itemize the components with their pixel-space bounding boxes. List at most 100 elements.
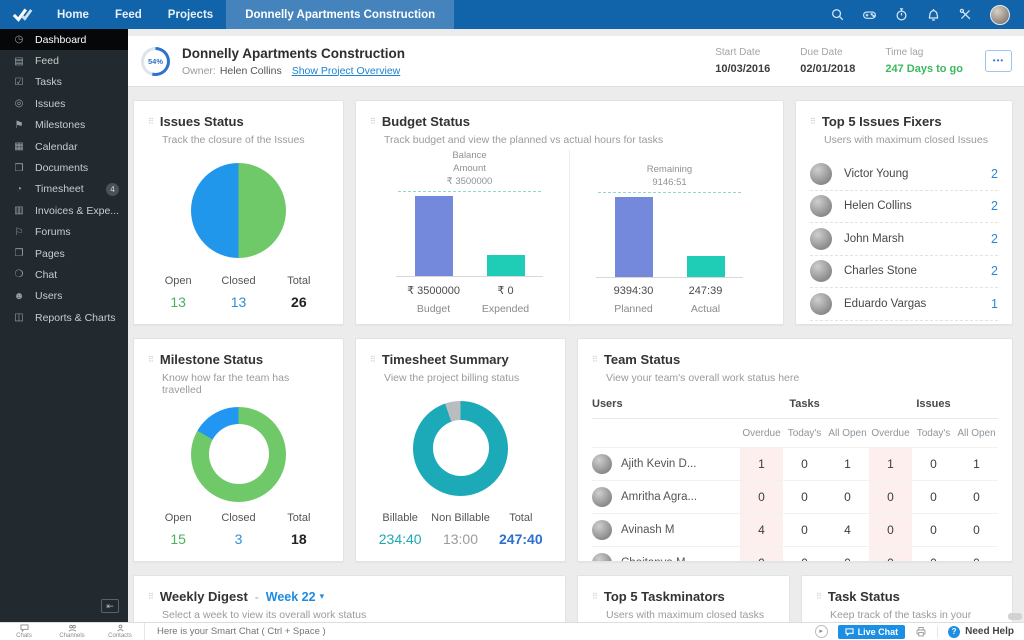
start-date-value: 10/03/2016	[715, 63, 771, 75]
chevron-down-icon[interactable]: ▾	[320, 591, 325, 602]
drag-handle-icon[interactable]: ⠿	[148, 117, 154, 126]
table-row[interactable]: Avinash M 4 0 4 0 0 0	[592, 513, 998, 546]
sidebar-item-label: Milestones	[35, 119, 86, 132]
issues-pie-chart[interactable]	[191, 163, 286, 258]
timesheet-badge: 4	[106, 182, 119, 196]
list-item[interactable]: Eduardo Vargas 1	[810, 288, 998, 321]
games-icon[interactable]	[862, 7, 877, 22]
list-item[interactable]: Helen Collins 2	[810, 191, 998, 223]
card-title: Top 5 Taskminators	[603, 589, 725, 604]
sidebar-item-feed[interactable]: ▤ Feed	[0, 50, 128, 71]
sidebar-item-chat[interactable]: ❍ Chat	[0, 264, 128, 285]
budget-bar[interactable]	[414, 196, 453, 277]
actual-label: Actual	[690, 303, 721, 316]
active-project-tab[interactable]: Donnelly Apartments Construction	[226, 0, 455, 29]
week-selector[interactable]: Week 22	[266, 590, 316, 604]
card-title: Top 5 Issues Fixers	[821, 114, 942, 129]
sidebar-item-pages[interactable]: ❐ Pages	[0, 243, 128, 264]
avatar	[810, 227, 832, 250]
milestone-donut-chart[interactable]	[191, 406, 286, 502]
sidebar-item-label: Forums	[35, 226, 71, 239]
due-date-block: Due Date 02/01/2018	[800, 47, 855, 75]
table-row[interactable]: Amritha Agra... 0 0 0 0 0 0	[592, 480, 998, 513]
sidebar-item-documents[interactable]: ❒ Documents	[0, 157, 128, 178]
sidebar-item-reports[interactable]: ◫ Reports & Charts	[0, 307, 128, 328]
card-subtitle: Users with maximum closed tasks	[606, 609, 765, 621]
expended-bar[interactable]	[486, 255, 525, 277]
sidebar-item-invoices[interactable]: ▥ Invoices & Expe...	[0, 200, 128, 221]
card-subtitle: Track the closure of the Issues	[162, 134, 305, 146]
collapse-sidebar-icon[interactable]: ⇤	[101, 599, 119, 613]
tab-channels[interactable]: Channels	[48, 623, 96, 640]
sidebar-item-forums[interactable]: ⚐ Forums	[0, 222, 128, 243]
need-help-button[interactable]: ? Need Help	[937, 625, 1014, 638]
drag-handle-icon[interactable]: ⠿	[816, 592, 822, 601]
card-subtitle: Select a week to view its overall work s…	[162, 609, 367, 621]
printer-icon[interactable]	[915, 626, 927, 637]
table-row[interactable]: Ajith Kevin D... 1 0 1 1 0 1	[592, 447, 998, 480]
drag-handle-icon[interactable]: ⠿	[370, 117, 376, 126]
chat-icon: ❍	[14, 269, 24, 281]
help-question-icon: ?	[948, 625, 961, 638]
nav-home[interactable]: Home	[44, 0, 102, 29]
show-project-overview-link[interactable]: Show Project Overview	[292, 65, 401, 77]
planned-bar[interactable]	[614, 197, 653, 278]
project-header: 54% Donnelly Apartments Construction Own…	[128, 36, 1024, 87]
user-avatar[interactable]	[990, 4, 1010, 25]
avatar	[810, 162, 832, 185]
forums-icon: ⚐	[14, 226, 24, 238]
list-item[interactable]: Charles Stone 2	[810, 256, 998, 288]
list-item[interactable]: Victor Young 2	[810, 158, 998, 191]
more-options-button[interactable]: •••	[985, 50, 1012, 72]
sidebar-item-dashboard[interactable]: ◷ Dashboard	[0, 29, 128, 51]
smart-chat-input[interactable]	[145, 626, 815, 637]
tools-settings-icon[interactable]	[958, 7, 973, 22]
drag-handle-icon[interactable]: ⠿	[592, 592, 598, 601]
sidebar-item-calendar[interactable]: ▦ Calendar	[0, 136, 128, 157]
milestone-status-card: ⠿ Milestone Status Know how far the team…	[133, 338, 344, 562]
sidebar-item-milestones[interactable]: ⚑ Milestones	[0, 115, 128, 136]
search-icon[interactable]	[830, 7, 845, 22]
legend-total: Total 18	[287, 512, 311, 547]
due-date-value: 02/01/2018	[800, 63, 856, 75]
notifications-bell-icon[interactable]	[926, 7, 941, 22]
drag-handle-icon[interactable]: ⠿	[148, 355, 154, 364]
topnav-icons	[830, 4, 1010, 25]
subcol-issues-allopen: All Open	[957, 428, 996, 439]
issues-icon: ◎	[14, 98, 24, 110]
sidebar-item-users[interactable]: ☻ Users	[0, 286, 128, 307]
sidebar: ◷ Dashboard ▤ Feed ☑ Tasks ◎ Issues ⚑ Mi…	[0, 29, 128, 622]
actual-bar[interactable]	[686, 256, 725, 278]
scrollbar-thumb[interactable]	[1008, 613, 1022, 620]
tab-chats[interactable]: Chats	[0, 623, 48, 640]
nav-feed[interactable]: Feed	[102, 0, 155, 29]
drag-handle-icon[interactable]: ⠿	[370, 355, 376, 364]
sidebar-item-issues[interactable]: ◎ Issues	[0, 93, 128, 114]
live-chat-button[interactable]: Live Chat	[837, 624, 906, 639]
drag-handle-icon[interactable]: ⠿	[810, 117, 816, 126]
remaining-annotation: Remaining 9146:51	[646, 163, 693, 188]
nav-projects[interactable]: Projects	[155, 0, 226, 29]
owner-name: Helen Collins	[219, 64, 282, 77]
sidebar-item-tasks[interactable]: ☑ Tasks	[0, 72, 128, 93]
sidebar-item-label: Calendar	[35, 140, 78, 153]
planned-label: Planned	[614, 303, 653, 316]
page-title: Donnelly Apartments Construction	[182, 45, 406, 61]
table-row[interactable]: Chaitanya M 0 0 0 0 0 0	[592, 546, 998, 561]
users-icon: ☻	[13, 290, 25, 302]
brand-logo-icon[interactable]	[12, 7, 34, 22]
chats-icon	[20, 624, 28, 632]
timer-icon[interactable]	[894, 7, 909, 22]
play-icon[interactable]: ▸	[814, 625, 828, 638]
sidebar-item-timesheet[interactable]: ◔ Timesheet 4	[0, 179, 128, 200]
drag-handle-icon[interactable]: ⠿	[592, 355, 598, 364]
tab-contacts[interactable]: Contacts	[96, 623, 144, 640]
legend-closed: Closed 3	[221, 512, 256, 547]
contacts-icon	[116, 624, 124, 632]
subcol-issues-overdue: Overdue	[871, 428, 910, 439]
drag-handle-icon[interactable]: ⠿	[148, 592, 154, 601]
calendar-icon: ▦	[14, 141, 24, 153]
smart-chat-bar: Chats Channels Contacts ▸ Live Chat ? Ne…	[0, 622, 1024, 640]
list-item[interactable]: John Marsh 2	[810, 223, 998, 256]
timesheet-donut-chart[interactable]	[413, 400, 508, 496]
